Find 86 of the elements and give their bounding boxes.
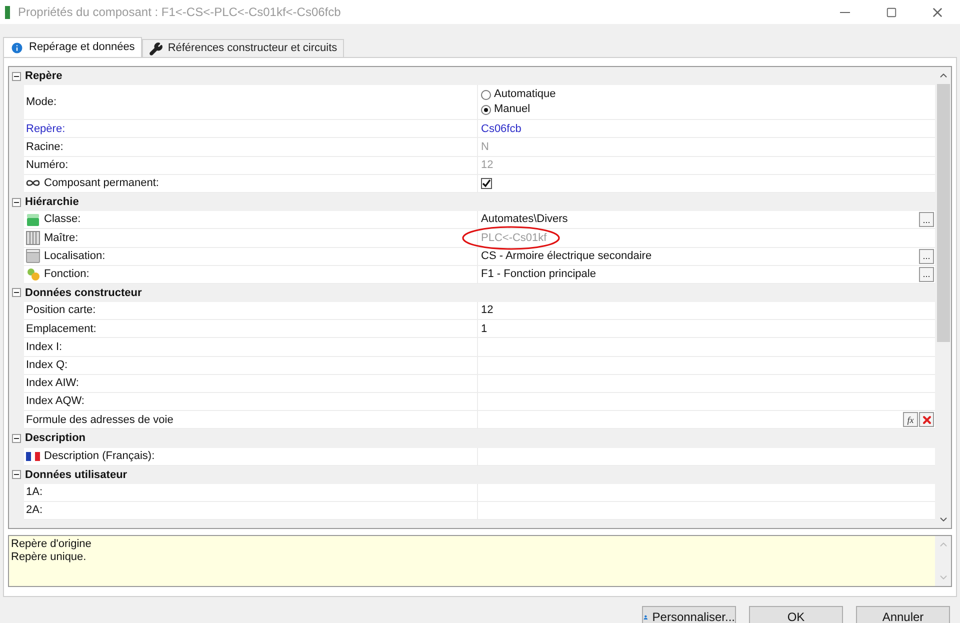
dialog-button[interactable]: Annuler bbox=[856, 606, 950, 623]
maximize-icon bbox=[886, 6, 896, 18]
property-row[interactable]: Localisation: CS - Armoire électrique secondaire ... bbox=[24, 248, 935, 266]
infinity-icon bbox=[26, 179, 40, 188]
property-value: N bbox=[481, 140, 489, 155]
property-label: Classe: bbox=[44, 212, 81, 228]
property-row[interactable]: Racine: N bbox=[24, 138, 935, 157]
property-row[interactable]: Repère: Cs06fcb bbox=[24, 120, 935, 138]
browse-button[interactable]: ... bbox=[919, 248, 934, 264]
property-value: 12 bbox=[481, 158, 494, 173]
section-heading: Données constructeur bbox=[25, 286, 142, 301]
property-row[interactable]: Composant permanent: bbox=[24, 174, 935, 193]
radio-button[interactable] bbox=[481, 104, 491, 115]
section-heading: Hiérarchie bbox=[25, 194, 79, 210]
property-row[interactable]: Mode: Automatique Manuel bbox=[24, 85, 935, 120]
property-label: Repère: bbox=[26, 122, 66, 137]
tab[interactable]: Repérage et données bbox=[3, 37, 142, 57]
collapse-toggle[interactable] bbox=[12, 198, 21, 207]
property-row[interactable]: Maître: PLC<-Cs01kf bbox=[24, 229, 935, 248]
property-row[interactable]: Index AIW: bbox=[24, 374, 935, 393]
formula-button[interactable]: fx bbox=[903, 412, 918, 428]
property-row[interactable]: Formule des adresses de voie fx bbox=[24, 411, 935, 430]
radio-label: Manuel bbox=[494, 102, 530, 118]
help-title: Repère d'origine bbox=[11, 538, 92, 551]
property-value: Automates\Divers bbox=[481, 212, 568, 228]
property-label: Index AQW: bbox=[26, 394, 84, 410]
property-label: Composant permanent: bbox=[44, 176, 159, 192]
property-label: Numéro: bbox=[26, 158, 68, 173]
cabinet-icon bbox=[26, 230, 40, 245]
property-label: Mode: bbox=[26, 94, 57, 110]
app-icon bbox=[5, 6, 10, 18]
collapse-toggle[interactable] bbox=[12, 470, 21, 480]
property-label: Racine: bbox=[26, 140, 64, 155]
collapse-toggle[interactable] bbox=[12, 434, 21, 443]
checkbox[interactable] bbox=[481, 178, 492, 189]
property-row[interactable]: Fonction: F1 - Fonction principale ... bbox=[24, 266, 935, 284]
property-value: CS - Armoire électrique secondaire bbox=[481, 248, 652, 264]
collapse-toggle[interactable] bbox=[12, 288, 21, 298]
property-label: Fonction: bbox=[44, 267, 90, 282]
property-label: Position carte: bbox=[26, 303, 96, 318]
property-label: 2A: bbox=[26, 503, 43, 518]
wrench-icon bbox=[148, 42, 163, 56]
help-text: Repère unique. bbox=[11, 551, 88, 564]
property-row[interactable]: Numéro: 12 bbox=[24, 156, 935, 175]
property-row[interactable]: Classe: Automates\Divers ... bbox=[24, 211, 935, 230]
property-row[interactable]: 1A: bbox=[24, 484, 935, 502]
section-heading: Description bbox=[25, 431, 86, 446]
dialog-button[interactable]: Personnaliser... bbox=[642, 606, 736, 623]
section-heading: Données utilisateur bbox=[25, 468, 128, 483]
property-label: Description (Français): bbox=[44, 448, 155, 464]
container-icon bbox=[26, 212, 40, 227]
gears-icon bbox=[26, 267, 40, 282]
cabinet-icon bbox=[26, 249, 40, 264]
property-label: Formule des adresses de voie bbox=[26, 412, 174, 428]
property-value: PLC<-Cs01kf bbox=[481, 230, 547, 246]
property-label: Maître: bbox=[44, 230, 78, 246]
property-value: Cs06fcb bbox=[481, 122, 522, 137]
property-value: F1 - Fonction principale bbox=[481, 267, 596, 282]
window-title: Propriétés du composant : F1<-CS<-PLC<-Cs01kf<-Cs06fcb bbox=[18, 4, 341, 21]
delete-icon bbox=[920, 414, 932, 426]
property-row[interactable]: 2A: bbox=[24, 502, 935, 520]
delete-button[interactable] bbox=[919, 412, 934, 428]
radio-label: Automatique bbox=[494, 87, 556, 102]
property-label: Localisation: bbox=[44, 248, 106, 264]
dialog-button[interactable]: OK bbox=[749, 606, 843, 623]
radio-button[interactable] bbox=[481, 90, 491, 100]
property-value: 12 bbox=[481, 303, 494, 318]
property-value: 1 bbox=[481, 322, 488, 337]
tab[interactable]: Références constructeur et circuits bbox=[142, 39, 344, 57]
info-icon bbox=[10, 40, 24, 54]
property-row[interactable]: Emplacement: 1 bbox=[24, 320, 935, 338]
property-label: Emplacement: bbox=[26, 322, 96, 337]
property-row[interactable]: Position carte: 12 bbox=[24, 302, 935, 320]
flag-icon bbox=[26, 452, 40, 461]
property-row[interactable]: Index AQW: bbox=[24, 393, 935, 412]
property-label: Index Q: bbox=[26, 358, 68, 373]
collapse-toggle[interactable] bbox=[12, 72, 21, 81]
browse-button[interactable]: ... bbox=[919, 212, 934, 228]
browse-button[interactable]: ... bbox=[919, 266, 934, 282]
property-row[interactable]: Description (Français): bbox=[24, 448, 935, 466]
property-label: Index AIW: bbox=[26, 376, 79, 392]
property-row[interactable]: Index I: bbox=[24, 338, 935, 357]
property-label: 1A: bbox=[26, 485, 43, 500]
property-row[interactable]: Index Q: bbox=[24, 356, 935, 375]
property-label: Index I: bbox=[26, 340, 62, 355]
section-heading: Repère bbox=[25, 68, 62, 84]
